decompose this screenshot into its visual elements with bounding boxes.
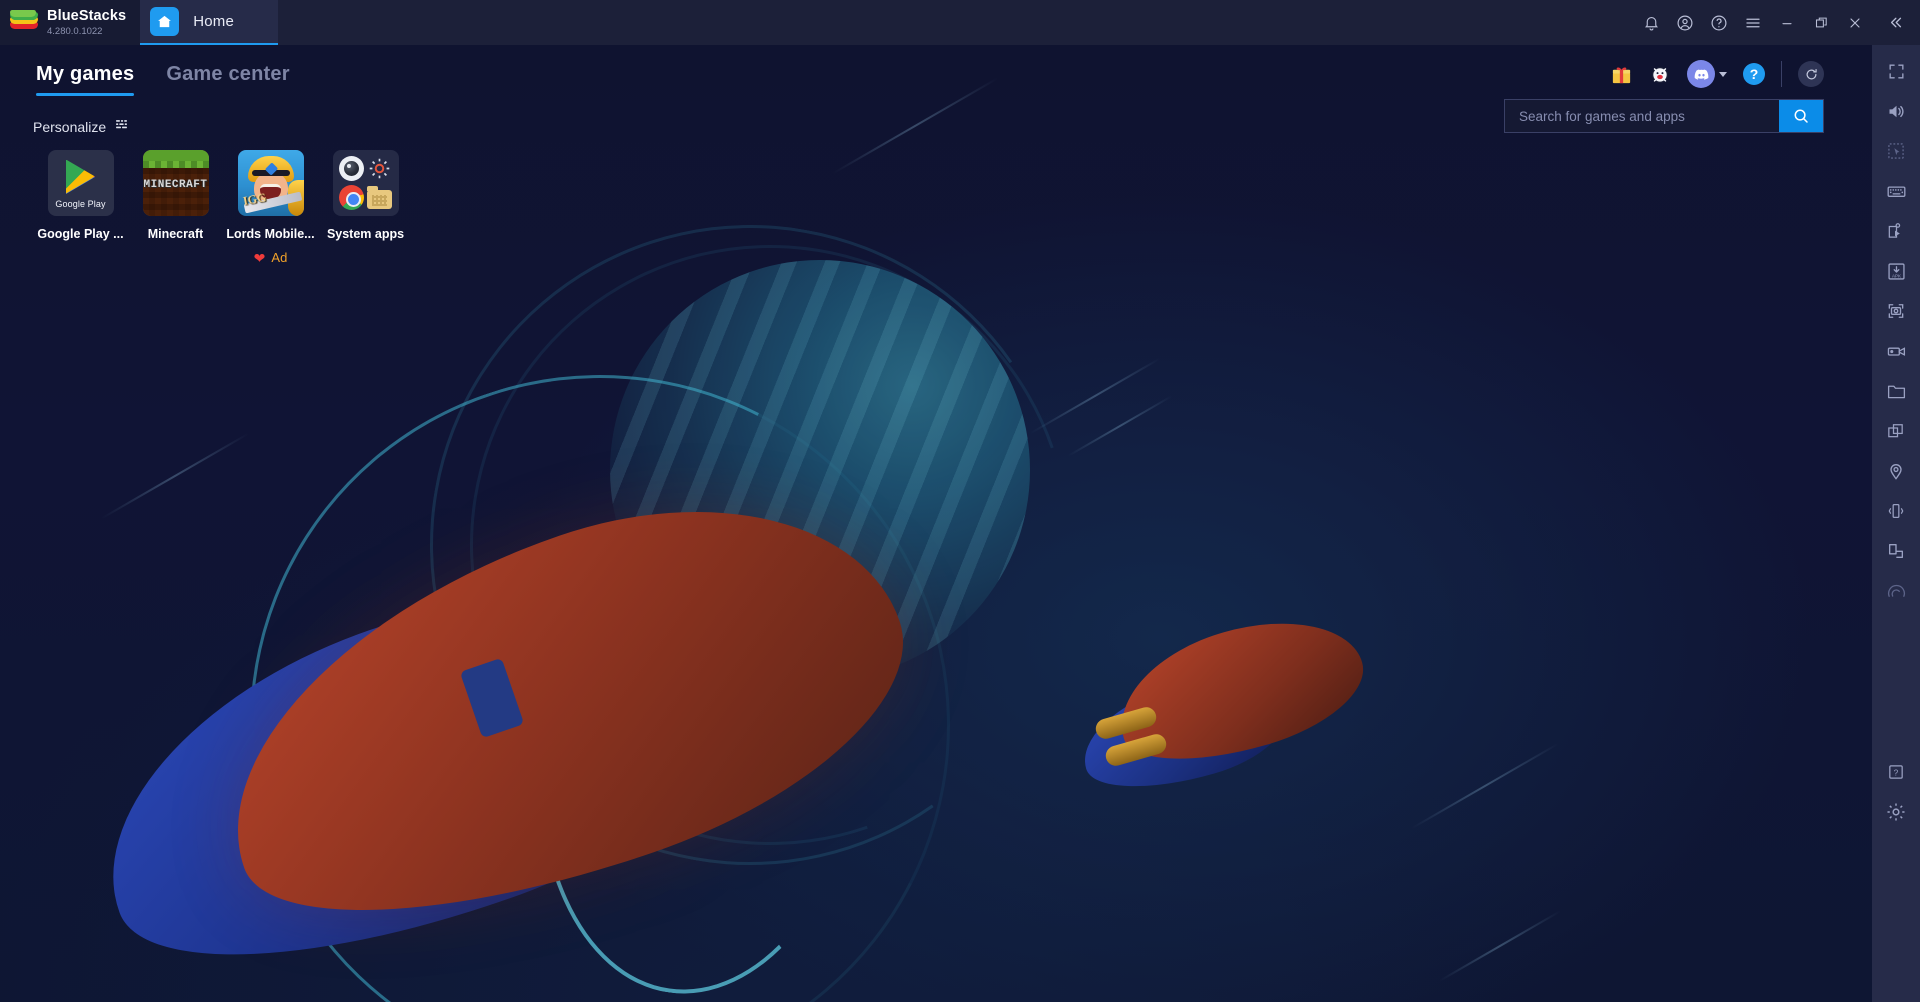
tab-game-center[interactable]: Game center — [166, 63, 289, 96]
lords-mobile-icon: IGG — [237, 150, 304, 216]
multi-instance-button[interactable] — [1872, 411, 1920, 451]
sidebar-help-button[interactable]: ? — [1872, 752, 1920, 792]
toolbar-divider — [1781, 61, 1782, 87]
notifications-button[interactable] — [1634, 0, 1668, 45]
shake-button[interactable] — [1872, 491, 1920, 531]
settings-gear-icon — [367, 156, 392, 181]
tab-my-games-label: My games — [36, 63, 135, 85]
brand-area: BlueStacks 4.280.0.1022 — [0, 0, 141, 45]
restore-button[interactable] — [1804, 0, 1838, 45]
google-play-tile-text: Google Play — [55, 198, 106, 209]
gamepad-button[interactable] — [1872, 571, 1920, 611]
home-icon — [150, 7, 180, 36]
app-label: Google Play ... — [37, 227, 124, 241]
svg-text:?: ? — [1894, 767, 1899, 777]
bluestacks-logo-icon — [10, 9, 38, 36]
screen-record-button[interactable] — [1872, 331, 1920, 371]
minimize-button[interactable] — [1770, 0, 1804, 45]
fullscreen-button[interactable] — [1872, 51, 1920, 91]
heart-icon: ❤ — [253, 249, 266, 266]
search-bar — [1504, 99, 1824, 133]
search-button[interactable] — [1779, 100, 1823, 132]
quick-help-button[interactable]: ? — [1743, 63, 1765, 85]
close-button[interactable] — [1838, 0, 1872, 45]
help-button[interactable] — [1702, 0, 1736, 45]
brand-name: BlueStacks — [47, 8, 127, 24]
system-apps-folder-icon — [332, 150, 399, 216]
google-play-icon: Google Play — [47, 150, 114, 216]
window-tab-home[interactable]: Home — [140, 0, 279, 45]
chevron-down-icon — [1719, 71, 1727, 77]
rotate-button[interactable] — [1872, 531, 1920, 571]
install-apk-button[interactable]: APK — [1872, 251, 1920, 291]
discord-icon — [1687, 60, 1715, 88]
tab-game-center-label: Game center — [166, 63, 290, 85]
ad-label: Ad — [271, 250, 288, 265]
quick-tools: ? — [1610, 60, 1824, 88]
sidebar-settings-button[interactable] — [1872, 792, 1920, 832]
tab-my-games[interactable]: My games — [36, 63, 135, 96]
personalize-label: Personalize — [33, 119, 107, 135]
chrome-icon — [338, 184, 364, 210]
volume-button[interactable] — [1872, 91, 1920, 131]
keyboard-controls-button[interactable] — [1872, 171, 1920, 211]
camera-icon — [338, 156, 364, 182]
macro-recorder-button[interactable] — [1872, 211, 1920, 251]
minecraft-tile-text: MINECRAFT — [143, 179, 208, 191]
app-label: Minecraft — [147, 227, 204, 241]
right-sidebar: APK ? — [1872, 45, 1920, 1002]
main-tabs: My games Game center — [0, 45, 1872, 96]
window-controls — [1634, 0, 1920, 45]
discord-button[interactable] — [1687, 60, 1727, 88]
multi-select-button[interactable] — [1872, 131, 1920, 171]
ad-badge: ❤ Ad — [254, 250, 288, 265]
refresh-icon[interactable] — [1798, 61, 1824, 87]
bluestacks-window: BlueStacks 4.280.0.1022 Home My games Ga… — [0, 0, 1920, 1002]
file-manager-icon — [367, 185, 393, 209]
media-manager-button[interactable] — [1872, 371, 1920, 411]
window-tab-label: Home — [193, 13, 234, 30]
home-content: My games Game center ? Search for games … — [0, 45, 1872, 265]
app-grid: Google Play Google Play ... MINECRAFT Mi… — [0, 136, 1872, 265]
location-button[interactable] — [1872, 451, 1920, 491]
account-button[interactable] — [1668, 0, 1702, 45]
menu-button[interactable] — [1736, 0, 1770, 45]
collapse-sidebar-button[interactable] — [1878, 0, 1912, 45]
app-label: System apps — [326, 227, 405, 241]
app-tile-system-apps[interactable]: System apps — [318, 150, 413, 265]
app-label: Lords Mobile... — [226, 227, 315, 241]
screenshot-button[interactable] — [1872, 291, 1920, 331]
svg-text:APK: APK — [1891, 273, 1900, 278]
minecraft-icon: MINECRAFT — [142, 150, 209, 216]
app-tile-lords-mobile[interactable]: IGG Lords Mobile... ❤ Ad — [223, 150, 318, 265]
layout-grid-icon[interactable] — [115, 118, 128, 136]
title-bar: BlueStacks 4.280.0.1022 Home — [0, 0, 1920, 45]
app-tile-google-play[interactable]: Google Play Google Play ... — [33, 150, 128, 265]
app-version: 4.280.0.1022 — [47, 25, 103, 37]
gift-box-icon[interactable] — [1610, 63, 1633, 86]
alarm-clock-icon[interactable] — [1649, 63, 1671, 85]
app-tile-minecraft[interactable]: MINECRAFT Minecraft — [128, 150, 223, 265]
search-input[interactable] — [1505, 100, 1779, 132]
